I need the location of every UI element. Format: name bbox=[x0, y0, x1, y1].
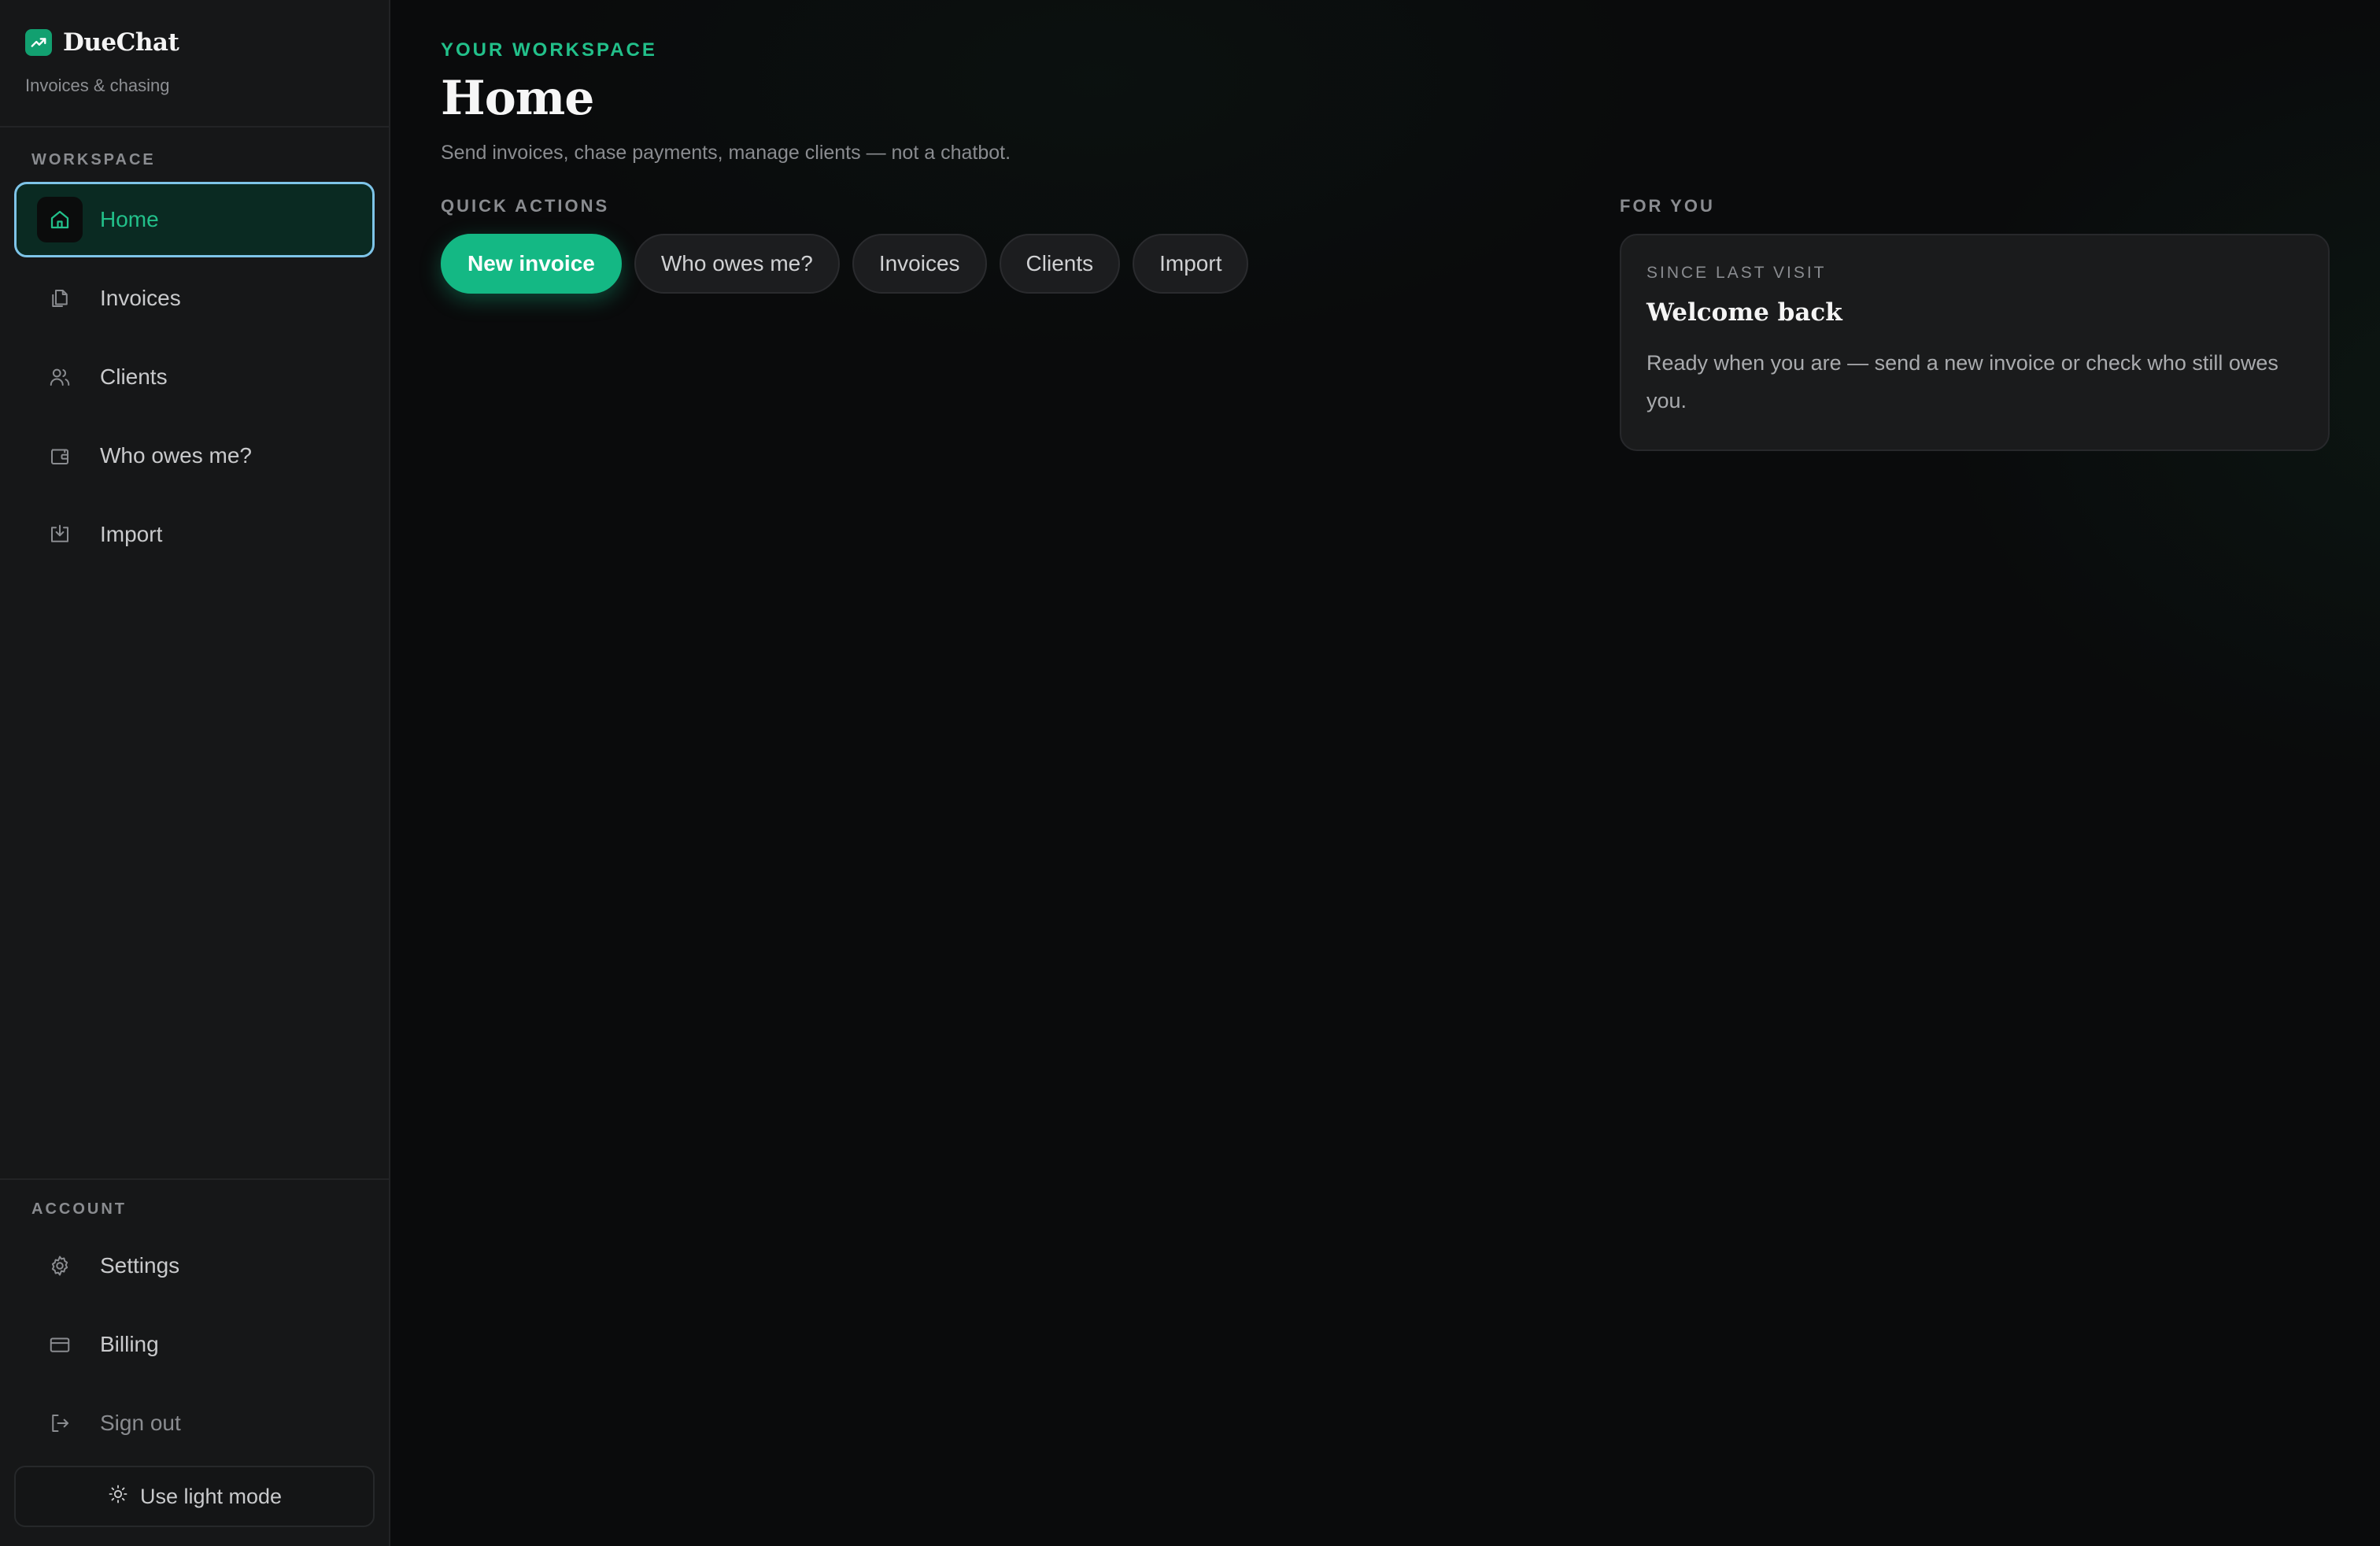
sidebar-item-label: Who owes me? bbox=[100, 443, 252, 468]
page-eyebrow: YOUR WORKSPACE bbox=[441, 39, 657, 61]
sidebar-item-sign-out[interactable]: Sign out bbox=[14, 1384, 375, 1463]
users-icon bbox=[37, 354, 83, 400]
page-description: Send invoices, chase payments, manage cl… bbox=[441, 142, 1011, 164]
welcome-card: SINCE LAST VISIT Welcome back Ready when… bbox=[1620, 234, 2330, 451]
sidebar-item-label: Import bbox=[100, 522, 163, 546]
documents-icon bbox=[37, 276, 83, 321]
brand-name: DueChat bbox=[63, 28, 179, 57]
card-title: Welcome back bbox=[1646, 298, 1842, 327]
wallet-icon bbox=[37, 433, 83, 479]
brand-subtitle: Invoices & chasing bbox=[25, 76, 170, 95]
for-you-label: FOR YOU bbox=[1620, 196, 1715, 216]
sidebar-item-invoices[interactable]: Invoices bbox=[14, 261, 375, 336]
main-content: YOUR WORKSPACE Home Send invoices, chase… bbox=[390, 0, 2380, 1546]
brand: DueChat Invoices & chasing bbox=[0, 0, 389, 128]
new-invoice-button[interactable]: New invoice bbox=[441, 234, 622, 294]
sidebar-item-label: Home bbox=[100, 207, 159, 231]
who-owes-me-button[interactable]: Who owes me? bbox=[634, 234, 840, 294]
sidebar-item-label: Billing bbox=[100, 1332, 159, 1356]
sidebar: DueChat Invoices & chasing WORKSPACE Hom… bbox=[0, 0, 390, 1546]
gear-icon bbox=[37, 1243, 83, 1289]
sidebar-item-label: Clients bbox=[100, 364, 168, 389]
sun-icon bbox=[107, 1483, 129, 1511]
import-button[interactable]: Import bbox=[1133, 234, 1249, 294]
page-title: Home bbox=[441, 71, 594, 126]
card-body: Ready when you are — send a new invoice … bbox=[1646, 351, 2278, 412]
trend-chart-icon bbox=[25, 29, 52, 56]
account-section: ACCOUNT Settings Billing Sign out Use li… bbox=[0, 1178, 389, 1546]
workspace-nav: WORKSPACE Home Invoices Clients Who owes… bbox=[0, 128, 389, 575]
sidebar-item-billing[interactable]: Billing bbox=[14, 1305, 375, 1384]
sidebar-item-label: Invoices bbox=[100, 286, 181, 310]
sign-out-icon bbox=[37, 1400, 83, 1446]
account-section-label: ACCOUNT bbox=[31, 1200, 127, 1218]
theme-toggle-button[interactable]: Use light mode bbox=[14, 1466, 375, 1527]
import-icon bbox=[37, 512, 83, 557]
home-icon bbox=[37, 197, 83, 242]
for-you-section: FOR YOU SINCE LAST VISIT Welcome back Re… bbox=[1620, 196, 2330, 451]
content-row: QUICK ACTIONS New invoice Who owes me? I… bbox=[441, 196, 2380, 451]
workspace-section-label: WORKSPACE bbox=[31, 151, 156, 168]
theme-toggle-label: Use light mode bbox=[139, 1484, 283, 1508]
sidebar-item-label: Settings bbox=[100, 1253, 180, 1278]
sidebar-item-settings[interactable]: Settings bbox=[14, 1226, 375, 1305]
sidebar-item-label: Sign out bbox=[100, 1411, 181, 1435]
app-root: DueChat Invoices & chasing WORKSPACE Hom… bbox=[0, 0, 2380, 1546]
clients-button[interactable]: Clients bbox=[999, 234, 1121, 294]
quick-actions-section: QUICK ACTIONS New invoice Who owes me? I… bbox=[441, 196, 1620, 451]
sidebar-item-home[interactable]: Home bbox=[14, 182, 375, 257]
quick-actions-label: QUICK ACTIONS bbox=[441, 196, 610, 216]
sidebar-item-import[interactable]: Import bbox=[14, 497, 375, 572]
sidebar-item-who-owes-me[interactable]: Who owes me? bbox=[14, 418, 375, 494]
sidebar-item-clients[interactable]: Clients bbox=[14, 339, 375, 415]
credit-card-icon bbox=[37, 1322, 83, 1367]
brand-row[interactable]: DueChat bbox=[25, 28, 364, 57]
quick-actions-list: New invoice Who owes me? Invoices Client… bbox=[441, 234, 1620, 294]
card-eyebrow: SINCE LAST VISIT bbox=[1646, 264, 1827, 282]
invoices-button[interactable]: Invoices bbox=[852, 234, 987, 294]
